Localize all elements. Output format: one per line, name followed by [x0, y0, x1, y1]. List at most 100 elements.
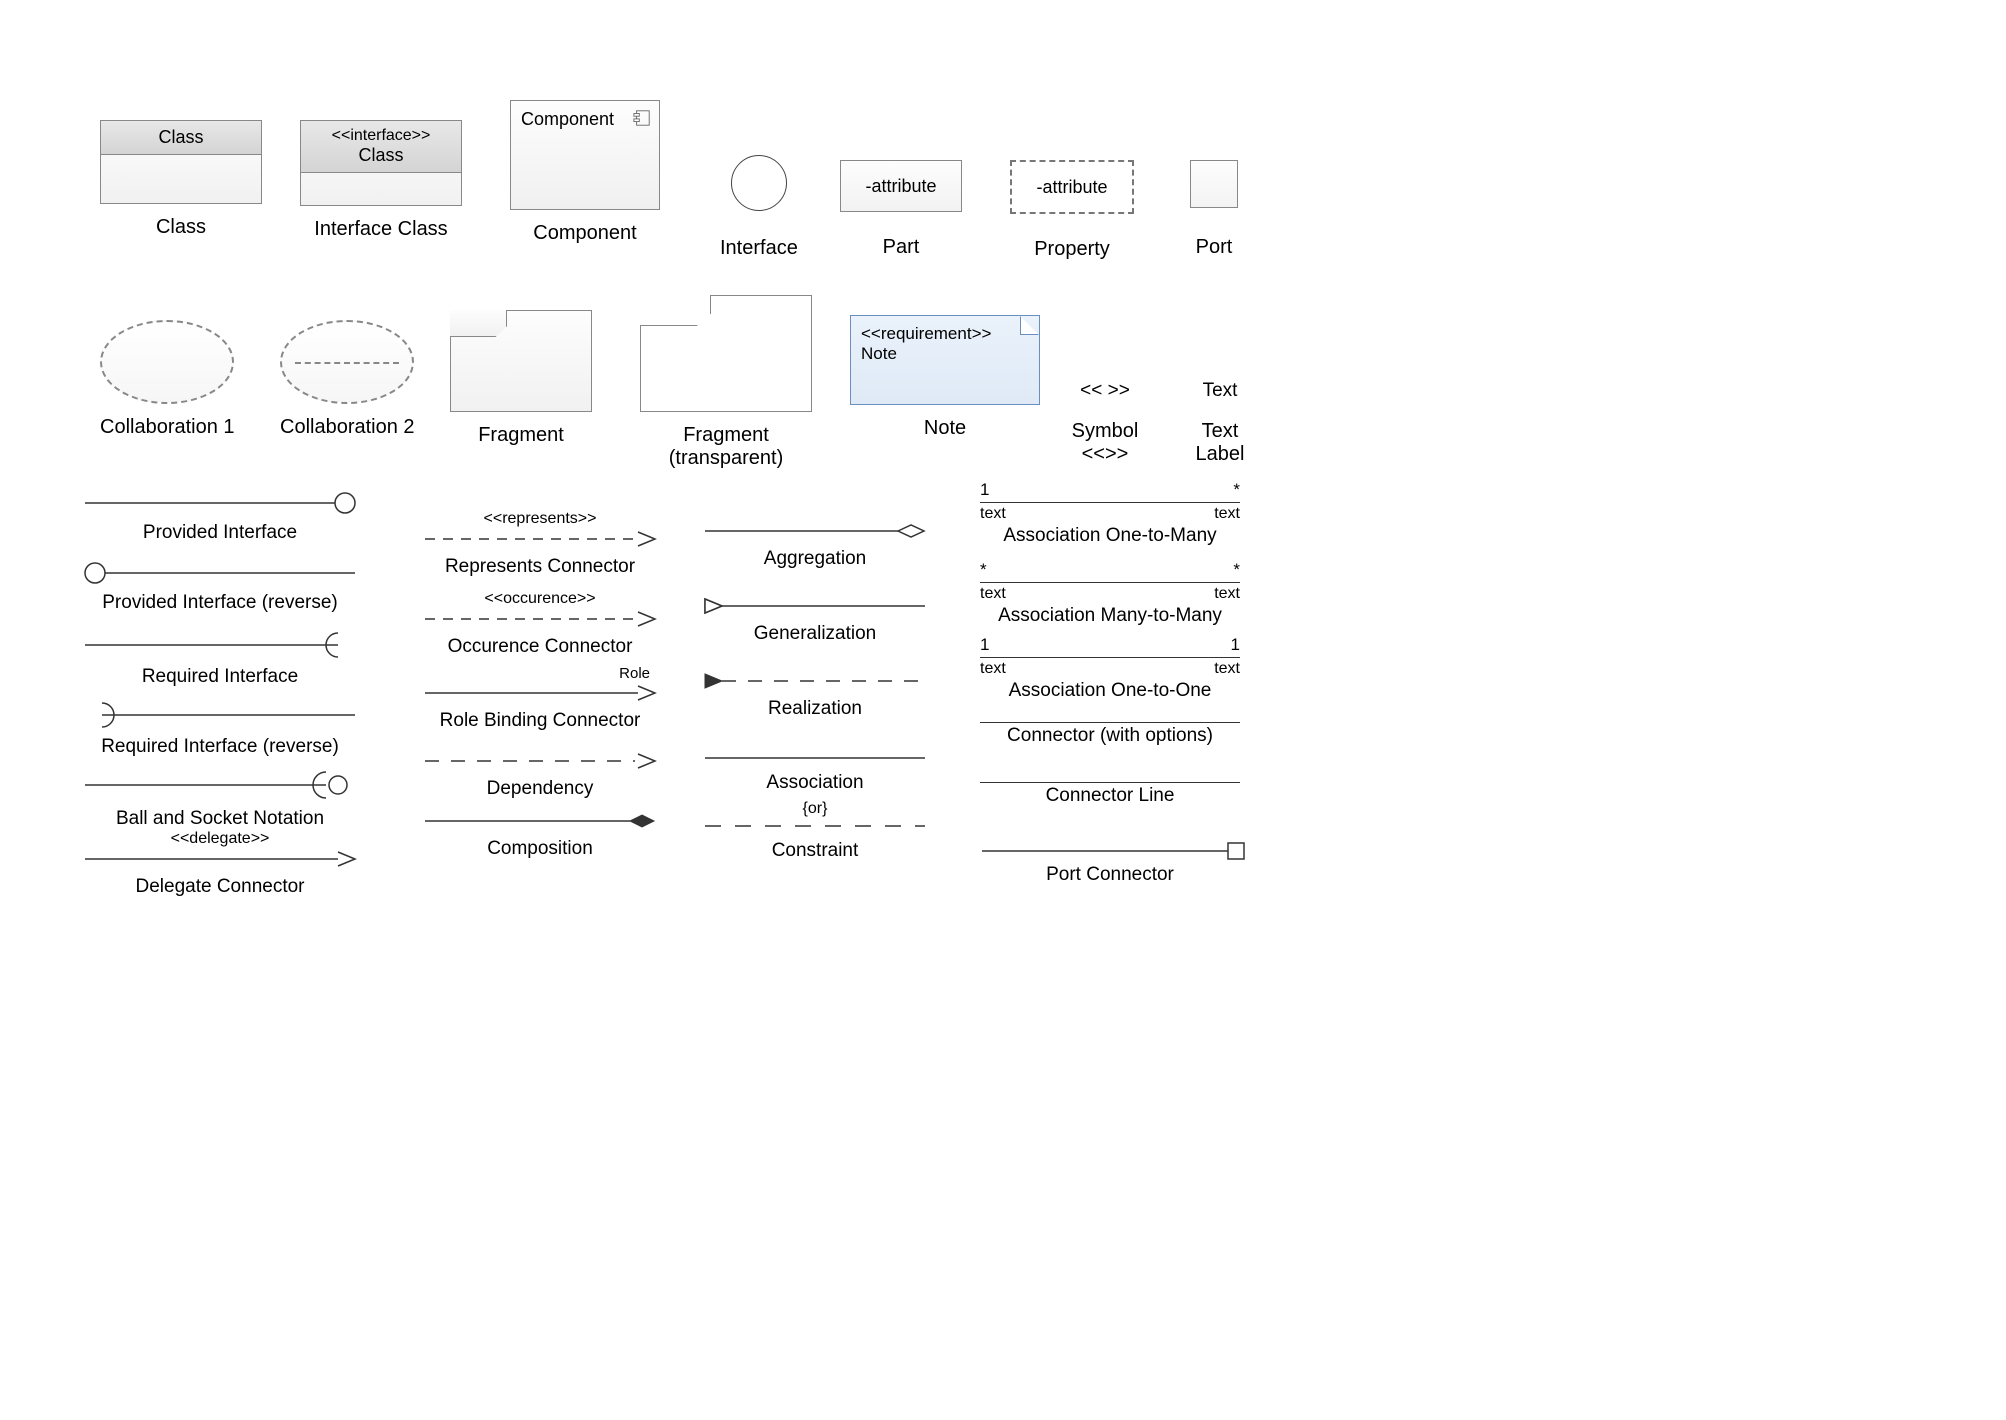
ball-socket-connector: Ball and Socket Notation	[80, 768, 360, 830]
represents-icon	[420, 528, 660, 550]
class-caption: Class	[156, 216, 206, 239]
delegate-stereotype: <<delegate>>	[80, 830, 360, 848]
interface-caption: Interface	[720, 237, 798, 260]
connector-options: Connector (with options)	[980, 720, 1240, 747]
fragment-shape: Fragment	[450, 310, 592, 447]
composition-icon	[420, 810, 660, 832]
uml-stencil-canvas: Class Class <<interface>> Class Interfac…	[80, 60, 1926, 1360]
textlabel-text: Text	[1203, 380, 1238, 402]
assoc-many-to-many: ** texttext Association Many-to-Many	[980, 560, 1240, 627]
note-stereotype: <<requirement>>	[861, 324, 1029, 344]
part-box: -attribute	[840, 160, 962, 212]
fragment-transparent-box	[640, 295, 812, 412]
textlabel-caption: Text Label	[1196, 420, 1245, 466]
note-box: <<requirement>> Note	[850, 315, 1040, 405]
connector-line-label: Connector Line	[980, 785, 1240, 807]
role-binding-icon	[420, 682, 660, 704]
association-icon	[700, 750, 930, 766]
required-interface-reverse-connector: Required Interface (reverse)	[80, 700, 360, 758]
port-shape: Port	[1190, 160, 1238, 259]
port-connector: Port Connector	[980, 840, 1240, 886]
realization-label: Realization	[700, 698, 930, 720]
represents-label: Represents Connector	[420, 556, 660, 578]
provided-interface-reverse-label: Provided Interface (reverse)	[80, 592, 360, 614]
occurence-connector: <<occurence>> Occurence Connector	[420, 590, 660, 658]
generalization-label: Generalization	[700, 623, 930, 645]
connector-line: Connector Line	[980, 780, 1240, 807]
component-caption: Component	[533, 222, 636, 245]
aggregation-label: Aggregation	[700, 548, 930, 570]
delegate-connector: <<delegate>> Delegate Connector	[80, 830, 360, 898]
dependency-label: Dependency	[420, 778, 660, 800]
interface-class-shape: <<interface>> Class Interface Class	[300, 120, 462, 241]
required-interface-icon	[80, 630, 360, 660]
property-caption: Property	[1034, 238, 1110, 261]
assoc-one-to-one: 11 texttext Association One-to-One	[980, 635, 1240, 702]
composition-label: Composition	[420, 838, 660, 860]
composition-connector: Composition	[420, 810, 660, 860]
assoc-1m-label: Association One-to-Many	[980, 525, 1240, 547]
interface-shape: Interface	[720, 155, 798, 260]
dependency-icon	[420, 750, 660, 772]
dependency-connector: Dependency	[420, 750, 660, 800]
aggregation-connector: Aggregation	[700, 520, 930, 570]
collaboration1-caption: Collaboration 1	[100, 416, 235, 439]
class-title: Class	[101, 121, 261, 155]
part-caption: Part	[883, 236, 920, 259]
port-connector-label: Port Connector	[980, 864, 1240, 886]
association-connector: Association	[700, 750, 930, 794]
symbol-caption: Symbol <<>>	[1072, 420, 1139, 466]
note-shape: <<requirement>> Note Note	[850, 315, 1040, 440]
fragment-transparent-caption: Fragment (transparent)	[669, 424, 784, 470]
provided-interface-reverse-icon	[80, 560, 360, 586]
constraint-label: Constraint	[700, 840, 930, 862]
generalization-icon	[700, 595, 930, 617]
provided-interface-reverse-connector: Provided Interface (reverse)	[80, 560, 360, 614]
collaboration1-icon	[100, 320, 234, 404]
ball-socket-label: Ball and Socket Notation	[80, 808, 360, 830]
connector-options-label: Connector (with options)	[980, 725, 1240, 747]
role-binding-connector: Role Role Binding Connector	[420, 665, 660, 732]
role-text: Role	[420, 665, 660, 682]
collaboration1-shape: Collaboration 1	[100, 320, 235, 439]
textlabel-shape: Text Text Label	[1180, 380, 1260, 466]
required-interface-reverse-icon	[80, 700, 360, 730]
interface-icon	[731, 155, 787, 211]
assoc-one-to-many: 1* texttext Association One-to-Many	[980, 480, 1240, 547]
part-shape: -attribute Part	[840, 160, 962, 259]
generalization-connector: Generalization	[700, 595, 930, 645]
symbol-text: << >>	[1080, 380, 1130, 402]
symbol-shape: << >> Symbol <<>>	[1060, 380, 1150, 466]
constraint-icon	[700, 818, 930, 834]
fragment-box	[450, 310, 592, 412]
role-binding-label: Role Binding Connector	[420, 710, 660, 732]
fragment-transparent-shape: Fragment (transparent)	[640, 295, 812, 470]
collaboration2-caption: Collaboration 2	[280, 416, 415, 439]
association-label: Association	[700, 772, 930, 794]
realization-icon	[700, 670, 930, 692]
note-fold-icon	[1020, 316, 1039, 335]
component-box: Component	[510, 100, 660, 210]
required-interface-label: Required Interface	[80, 666, 360, 688]
assoc-mm-label: Association Many-to-Many	[980, 605, 1240, 627]
interface-class-title: Class	[305, 145, 457, 166]
realization-connector: Realization	[700, 670, 930, 720]
occurence-label: Occurence Connector	[420, 636, 660, 658]
property-box: -attribute	[1010, 160, 1134, 214]
property-shape: -attribute Property	[1010, 160, 1134, 261]
collaboration2-shape: Collaboration 2	[280, 320, 415, 439]
assoc-11-label: Association One-to-One	[980, 680, 1240, 702]
note-text: Note	[861, 344, 1029, 364]
delegate-label: Delegate Connector	[80, 876, 360, 898]
class-box: Class	[100, 120, 262, 204]
port-box	[1190, 160, 1238, 208]
represents-connector: <<represents>> Represents Connector	[420, 510, 660, 578]
port-connector-icon	[980, 840, 1250, 862]
required-interface-connector: Required Interface	[80, 630, 360, 688]
constraint-text: {or}	[700, 800, 930, 818]
collaboration2-icon	[280, 320, 414, 404]
class-shape: Class Class	[100, 120, 262, 239]
provided-interface-connector: Provided Interface	[80, 490, 360, 544]
aggregation-icon	[700, 520, 930, 542]
constraint-connector: {or} Constraint	[700, 800, 930, 862]
